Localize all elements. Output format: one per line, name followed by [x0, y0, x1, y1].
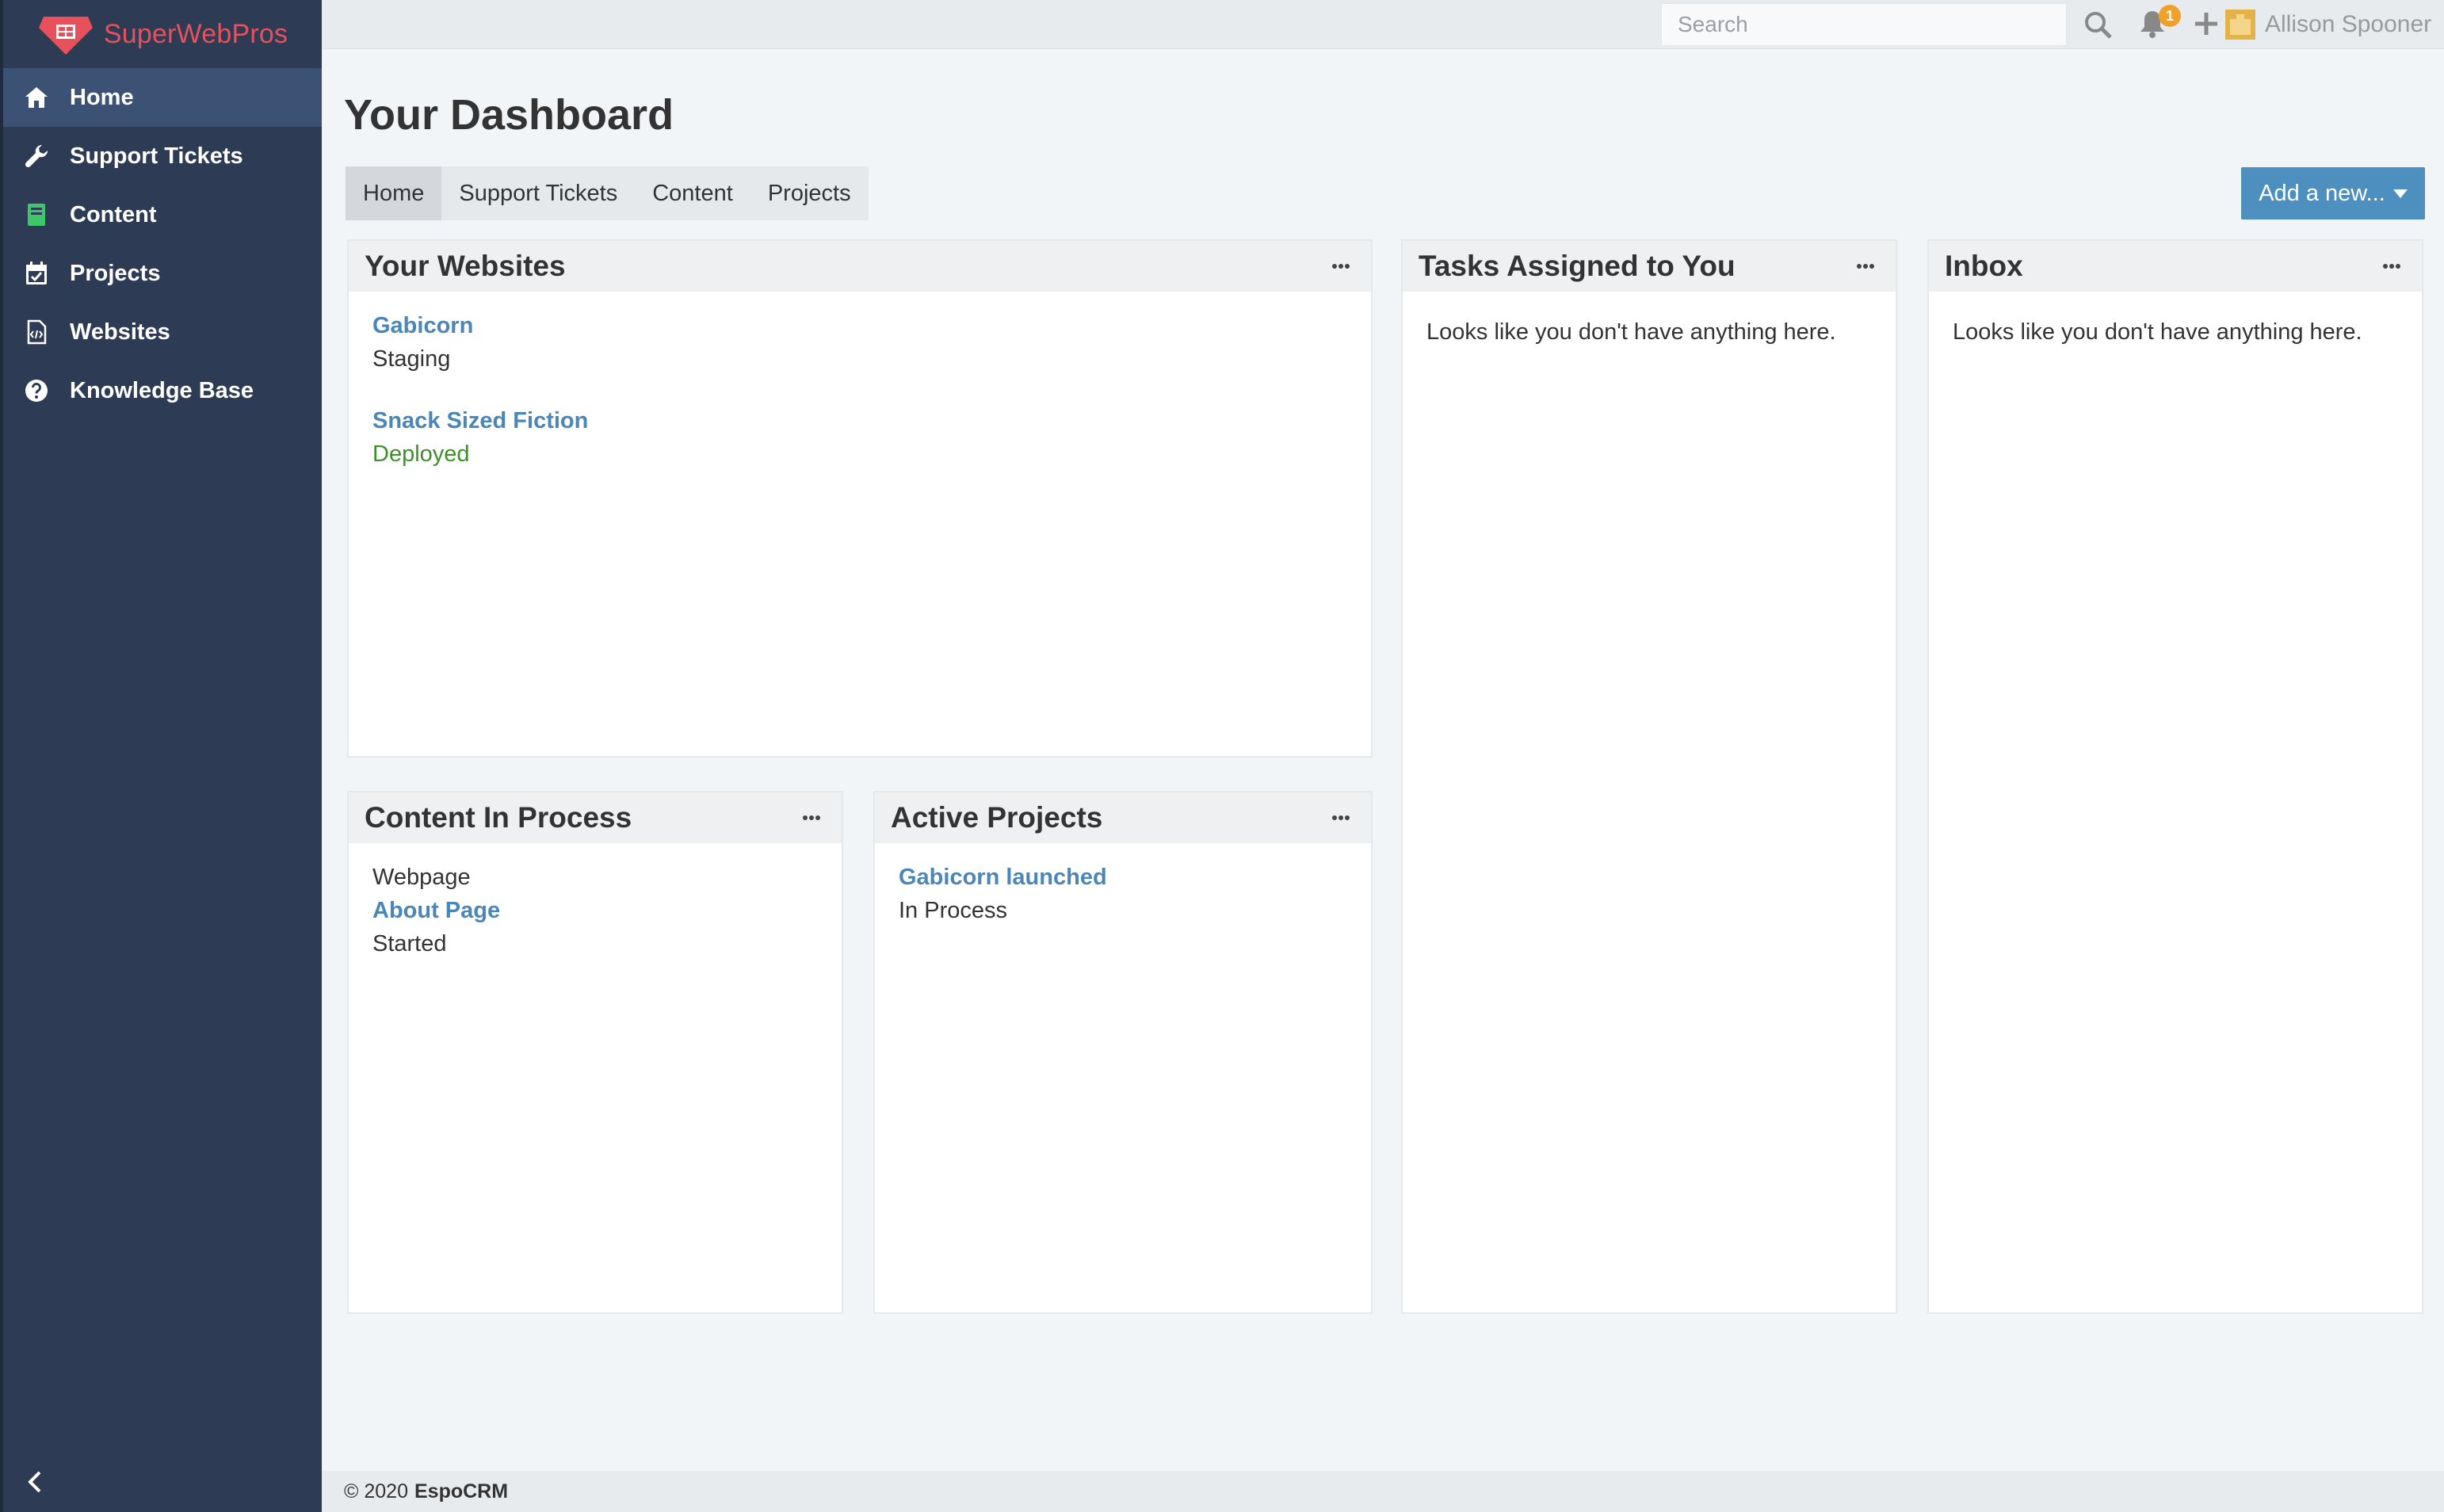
list-item: Gabicorn Staging: [372, 309, 1347, 376]
avatar: [2225, 10, 2255, 40]
project-status: In Process: [899, 898, 1007, 923]
brand-logo-icon: [38, 17, 93, 55]
tab-content[interactable]: Content: [635, 166, 750, 220]
panel-content-in-process: Content In Process Webpage About Page St…: [347, 791, 843, 1314]
add-new-label: Add a new...: [2259, 180, 2385, 206]
notification-badge: 1: [2159, 5, 2181, 27]
user-avatar-icon: [2225, 10, 2255, 40]
sidebar-item-projects[interactable]: Projects: [3, 244, 322, 303]
brand[interactable]: SuperWebPros: [3, 0, 322, 68]
panel-tasks: Tasks Assigned to You Looks like you don…: [1401, 239, 1897, 1314]
collapse-sidebar-button[interactable]: [21, 1468, 49, 1496]
panel-body: Webpage About Page Started: [349, 843, 842, 1006]
panel-body: Looks like you don't have anything here.: [1929, 292, 2422, 366]
sidebar-item-label: Projects: [70, 260, 161, 286]
search-button[interactable]: [2083, 10, 2114, 41]
panel-title: Inbox: [1945, 250, 2023, 282]
dashboard-tabs: Home Support Tickets Content Projects: [346, 166, 869, 220]
panel-header: Your Websites: [349, 241, 1371, 292]
wrench-icon: [21, 140, 52, 172]
sidebar: SuperWebPros Home Support Tickets Conten…: [0, 0, 322, 1512]
user-name: Allison Spooner: [2265, 11, 2432, 37]
list-item: Webpage About Page Started: [372, 861, 818, 960]
list-item: Gabicorn launched In Process: [899, 861, 1347, 927]
book-icon: [21, 199, 52, 231]
sidebar-item-label: Knowledge Base: [70, 377, 254, 403]
website-status: Deployed: [372, 441, 470, 467]
panel-body: Gabicorn launched In Process: [875, 843, 1371, 973]
ellipsis-icon: [1332, 815, 1350, 820]
ellipsis-icon: [1857, 264, 1874, 269]
content-link[interactable]: About Page: [372, 894, 818, 927]
panel-menu-button[interactable]: [2377, 258, 2406, 274]
quick-create-button[interactable]: [2192, 10, 2221, 38]
panel-body: Looks like you don't have anything here.: [1403, 292, 1896, 366]
sidebar-item-label: Home: [70, 84, 134, 110]
sidebar-item-home[interactable]: Home: [3, 68, 322, 127]
calendar-check-icon: [21, 258, 52, 289]
empty-message: Looks like you don't have anything here.: [1953, 319, 2362, 345]
sidebar-item-label: Content: [70, 201, 157, 227]
plus-icon: [2195, 13, 2217, 35]
sidebar-item-content[interactable]: Content: [3, 185, 322, 244]
page-title: Your Dashboard: [344, 91, 674, 139]
ellipsis-icon: [803, 815, 820, 820]
list-item: Snack Sized Fiction Deployed: [372, 404, 1347, 471]
panel-title: Tasks Assigned to You: [1419, 250, 1736, 282]
content-status: Started: [372, 931, 447, 956]
add-new-button[interactable]: Add a new...: [2241, 167, 2425, 220]
website-link[interactable]: Gabicorn: [372, 309, 1347, 342]
panel-header: Tasks Assigned to You: [1403, 241, 1896, 292]
tab-projects[interactable]: Projects: [750, 166, 869, 220]
ellipsis-icon: [2383, 264, 2400, 269]
panel-inbox: Inbox Looks like you don't have anything…: [1927, 239, 2423, 1314]
panel-your-websites: Your Websites Gabicorn Staging Snack Siz…: [347, 239, 1373, 758]
panel-title: Your Websites: [365, 250, 566, 282]
project-link[interactable]: Gabicorn launched: [899, 861, 1347, 894]
user-menu[interactable]: Allison Spooner: [2225, 6, 2431, 43]
website-status: Staging: [372, 346, 451, 372]
tab-home[interactable]: Home: [346, 166, 442, 220]
panel-header: Active Projects: [875, 792, 1371, 843]
panel-menu-button[interactable]: [797, 810, 826, 826]
sidebar-item-knowledge-base[interactable]: Knowledge Base: [3, 361, 322, 420]
home-icon: [21, 82, 52, 113]
main-content: Your Dashboard Home Support Tickets Cont…: [322, 49, 2444, 1471]
sidebar-item-label: Websites: [70, 319, 170, 345]
search-icon: [2085, 12, 2112, 39]
topbar: 1 Allison Spooner: [322, 0, 2444, 49]
product-name: EspoCRM: [414, 1480, 509, 1502]
panel-header: Content In Process: [349, 792, 842, 843]
chevron-left-icon: [28, 1471, 41, 1493]
sidebar-nav: Home Support Tickets Content Projects We…: [3, 68, 322, 420]
panel-active-projects: Active Projects Gabicorn launched In Pro…: [873, 791, 1373, 1314]
website-link[interactable]: Snack Sized Fiction: [372, 404, 1347, 437]
sidebar-item-label: Support Tickets: [70, 143, 243, 169]
panel-menu-button[interactable]: [1327, 810, 1355, 826]
panel-header: Inbox: [1929, 241, 2422, 292]
panel-body: Gabicorn Staging Snack Sized Fiction Dep…: [349, 292, 1371, 517]
caret-down-icon: [2392, 189, 2408, 198]
sidebar-item-websites[interactable]: Websites: [3, 303, 322, 361]
brand-name: SuperWebPros: [103, 18, 288, 49]
empty-message: Looks like you don't have anything here.: [1426, 319, 1836, 345]
copyright-text: © 2020: [344, 1480, 408, 1502]
question-circle-icon: [21, 375, 52, 407]
panel-menu-button[interactable]: [1851, 258, 1880, 274]
panel-title: Content In Process: [365, 801, 632, 834]
search-input[interactable]: [1661, 3, 2067, 46]
sidebar-item-support-tickets[interactable]: Support Tickets: [3, 127, 322, 185]
file-code-icon: [21, 316, 52, 348]
panel-title: Active Projects: [891, 801, 1103, 834]
footer: © 2020 EspoCRM: [322, 1471, 2444, 1512]
panel-menu-button[interactable]: [1327, 258, 1355, 274]
ellipsis-icon: [1332, 264, 1350, 269]
content-type: Webpage: [372, 865, 471, 890]
tab-support-tickets[interactable]: Support Tickets: [441, 166, 635, 220]
